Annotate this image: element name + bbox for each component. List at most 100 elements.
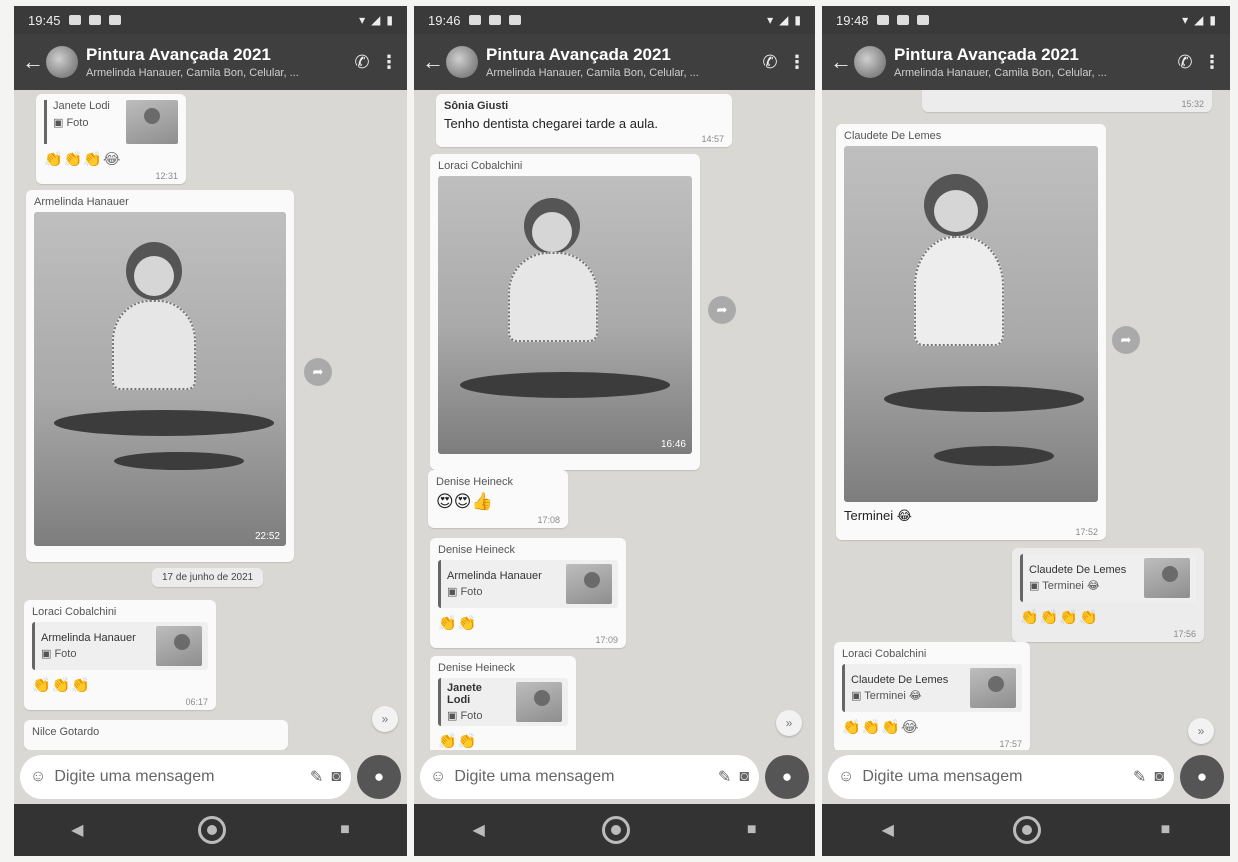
group-title: Pintura Avançada 2021 <box>894 45 1079 64</box>
wifi-icon: ▾ <box>359 13 366 27</box>
quoted-message[interactable]: Armelinda Hanauer ▣ Foto <box>438 560 618 608</box>
message-list[interactable]: Janete Lodi ▣ Foto 👏👏👏😂 12:31 Armelinda … <box>14 90 407 750</box>
photo-thumbnail <box>566 564 612 604</box>
chat-title-area[interactable]: Pintura Avançada 2021 Armelinda Hanauer,… <box>894 45 1168 79</box>
forward-icon[interactable]: ➦ <box>708 296 736 324</box>
message-time: 22:52 <box>254 531 280 542</box>
group-avatar[interactable] <box>446 46 478 78</box>
forward-icon[interactable]: ➦ <box>304 358 332 386</box>
text-message[interactable]: Denise Heineck 😍😍👍 17:08 <box>428 470 568 528</box>
photo-message[interactable]: Loraci Cobalchini 16:46 <box>430 154 700 470</box>
add-call-icon[interactable]: ✆ <box>1168 52 1202 73</box>
status-time: 19:45 <box>28 12 61 28</box>
quoted-message[interactable]: Claudete De Lemes ▣ Terminei 😂 <box>1020 554 1196 602</box>
message-time: 17:57 <box>999 739 1022 749</box>
mic-button[interactable]: ● <box>1180 755 1224 799</box>
quoted-message[interactable]: Janete Lodi ▣ Foto <box>438 678 568 726</box>
battery-icon: ▮ <box>794 13 801 27</box>
nav-home-icon[interactable] <box>601 816 630 844</box>
message-bubble[interactable]: Nilce Gotardo <box>24 720 288 750</box>
group-avatar[interactable] <box>854 46 886 78</box>
paperclip-icon[interactable]: ✎ <box>718 767 731 787</box>
message-time: 17:56 <box>1173 629 1196 639</box>
notification-icon <box>468 15 481 25</box>
quoted-sender: Armelinda Hanauer <box>41 632 136 644</box>
camera-icon[interactable]: ◙ <box>331 768 341 786</box>
message-sender: Sônia Giusti <box>444 100 509 112</box>
arrow-left-icon[interactable]: ← <box>830 49 852 75</box>
quoted-sender: Armelinda Hanauer <box>447 570 542 582</box>
chevron-double-down-icon[interactable]: » <box>372 706 398 732</box>
nav-recents-icon[interactable]: ■ <box>1161 821 1171 839</box>
nav-back-icon[interactable]: ◀ <box>473 820 485 840</box>
reply-message[interactable]: Loraci Cobalchini Armelinda Hanauer ▣ Fo… <box>24 600 216 710</box>
battery-icon: ▮ <box>386 13 393 27</box>
photo-thumbnail <box>156 626 202 666</box>
paperclip-icon[interactable]: ✎ <box>310 767 323 787</box>
nav-home-icon[interactable] <box>1013 816 1042 844</box>
doll-painting-photo[interactable] <box>844 146 1098 502</box>
nav-home-icon[interactable] <box>197 816 226 844</box>
mic-button[interactable]: ● <box>357 755 401 799</box>
message-input[interactable]: ☺ Digite uma mensagem ✎ ◙ <box>20 755 351 799</box>
photo-message[interactable]: Armelinda Hanauer 22:52 <box>26 190 294 562</box>
nav-back-icon[interactable]: ◀ <box>882 820 894 840</box>
quoted-text: Foto <box>54 648 77 660</box>
message-time: 17:52 <box>1075 527 1098 537</box>
more-vert-icon[interactable]: ⋮ <box>787 52 807 73</box>
quoted-message[interactable]: Claudete De Lemes ▣ Terminei 😂 <box>842 664 1022 712</box>
quoted-text: Foto <box>460 586 483 598</box>
emoji-icon[interactable]: ☺ <box>30 768 46 786</box>
chat-title-area[interactable]: Pintura Avançada 2021 Armelinda Hanauer,… <box>86 45 345 79</box>
doll-painting-photo[interactable]: 16:46 <box>438 176 692 454</box>
signal-icon: ◢ <box>779 13 789 27</box>
nav-recents-icon[interactable]: ■ <box>747 821 757 839</box>
group-members: Armelinda Hanauer, Camila Bon, Celular, … <box>86 67 299 79</box>
reply-message[interactable]: Loraci Cobalchini Claudete De Lemes ▣ Te… <box>834 642 1030 750</box>
doll-painting-photo[interactable]: 22:52 <box>34 212 286 546</box>
reply-message-outgoing[interactable]: Claudete De Lemes ▣ Terminei 😂 👏👏👏👏 17:5… <box>1012 548 1204 642</box>
message-input[interactable]: ☺ Digite uma mensagem ✎ ◙ <box>828 755 1174 799</box>
paperclip-icon[interactable]: ✎ <box>1133 767 1146 787</box>
message-bubble[interactable]: 15:32 <box>922 90 1212 112</box>
emoji-icon[interactable]: ☺ <box>838 768 854 786</box>
status-bar: 19:46 ▾ ◢ ▮ <box>414 6 815 34</box>
camera-icon[interactable]: ◙ <box>1154 768 1164 786</box>
photo-message[interactable]: Claudete De Lemes Terminei 😂 17:52 <box>836 124 1106 540</box>
photo-thumbnail[interactable] <box>126 100 178 144</box>
chevron-double-down-icon[interactable]: » <box>1188 718 1214 744</box>
arrow-left-icon[interactable]: ← <box>22 49 44 75</box>
message-input[interactable]: ☺ Digite uma mensagem ✎ ◙ <box>420 755 759 799</box>
add-call-icon[interactable]: ✆ <box>345 52 379 73</box>
message-time: 16:46 <box>660 439 686 450</box>
signal-icon: ◢ <box>1194 13 1204 27</box>
mic-button[interactable]: ● <box>765 755 809 799</box>
nav-recents-icon[interactable]: ■ <box>340 821 350 839</box>
message-time: 12:31 <box>155 171 178 181</box>
reaction-emojis: 👏👏👏👏 <box>1020 609 1099 626</box>
message-bubble[interactable]: Janete Lodi ▣ Foto 👏👏👏😂 12:31 <box>36 94 186 184</box>
text-message[interactable]: Sônia Giusti Tenho dentista chegarei tar… <box>436 94 732 147</box>
more-vert-icon[interactable]: ⋮ <box>379 52 399 73</box>
input-placeholder: Digite uma mensagem <box>54 768 215 785</box>
message-list[interactable]: 15:32 Claudete De Lemes Terminei 😂 17:52… <box>822 90 1230 750</box>
chat-title-area[interactable]: Pintura Avançada 2021 Armelinda Hanauer,… <box>486 45 753 79</box>
more-vert-icon[interactable]: ⋮ <box>1202 52 1222 73</box>
forward-icon[interactable]: ➦ <box>1112 326 1140 354</box>
nav-back-icon[interactable]: ◀ <box>71 820 83 840</box>
chevron-double-down-icon[interactable]: » <box>776 710 802 736</box>
group-avatar[interactable] <box>46 46 78 78</box>
quoted-message[interactable]: Armelinda Hanauer ▣ Foto <box>32 622 208 670</box>
reply-message[interactable]: Denise Heineck Janete Lodi ▣ Foto 👏👏 <box>430 656 576 750</box>
group-title: Pintura Avançada 2021 <box>86 45 271 64</box>
message-text: Tenho dentista chegarei tarde a aula. <box>444 116 658 131</box>
wifi-icon: ▾ <box>1182 13 1189 27</box>
add-call-icon[interactable]: ✆ <box>753 52 787 73</box>
emoji-icon[interactable]: ☺ <box>430 768 446 786</box>
reply-message[interactable]: Denise Heineck Armelinda Hanauer ▣ Foto … <box>430 538 626 648</box>
status-bar: 19:48 ▾ ◢ ▮ <box>822 6 1230 34</box>
quoted-sender: Janete Lodi <box>447 682 482 706</box>
message-list[interactable]: Sônia Giusti Tenho dentista chegarei tar… <box>414 90 815 750</box>
arrow-left-icon[interactable]: ← <box>422 49 444 75</box>
camera-icon[interactable]: ◙ <box>739 768 749 786</box>
